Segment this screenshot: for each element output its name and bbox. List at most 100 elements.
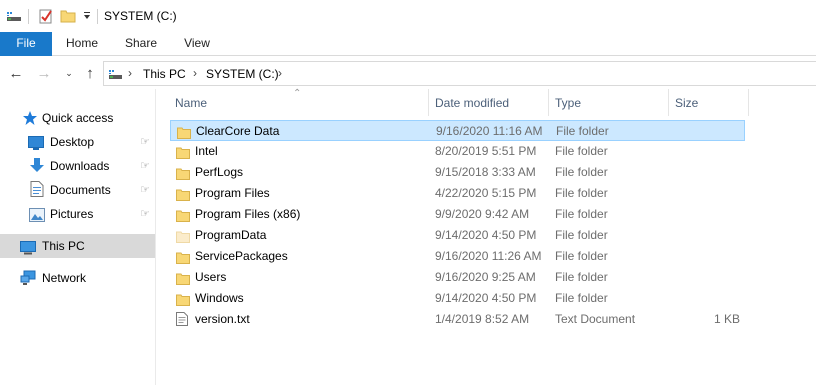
column-divider[interactable] [668, 89, 669, 116]
file-date-modified: 9/16/2020 9:25 AM [435, 270, 536, 284]
file-row[interactable]: Users 9/16/2020 9:25 AM File folder [170, 267, 745, 288]
file-row[interactable]: ServicePackages 9/16/2020 11:26 AM File fo… [170, 246, 745, 267]
file-date-modified: 8/20/2019 5:51 PM [435, 144, 537, 158]
file-name: PerfLogs [195, 165, 244, 179]
breadcrumb-chevron-icon[interactable]: › [193, 66, 197, 80]
this-pc-drive-icon [108, 66, 124, 85]
file-date-modified: 9/9/2020 9:42 AM [435, 207, 530, 221]
explorer-app-icon[interactable] [6, 8, 22, 27]
up-button[interactable]: ↑ [81, 64, 99, 82]
folder-icon [176, 166, 190, 180]
file-type: File folder [555, 228, 608, 242]
nav-label: Network [42, 271, 87, 285]
nav-label: Desktop [50, 135, 95, 149]
file-size: 1 KB [713, 312, 740, 326]
file-type: File folder [555, 144, 608, 158]
navigation-pane: Quick access Desktop ☞ Downloads ☞ Docum… [0, 89, 156, 385]
file-name: ServicePackages [195, 249, 288, 263]
nav-quick-access[interactable]: Quick access [0, 107, 155, 129]
file-date-modified: 9/14/2020 4:50 PM [435, 228, 537, 242]
folder-icon [176, 250, 190, 264]
file-row[interactable]: Windows 9/14/2020 4:50 PM File folder [170, 288, 745, 309]
title-bar: SYSTEM (C:) [0, 0, 816, 32]
tab-home[interactable]: Home [58, 32, 106, 56]
nav-desktop[interactable]: Desktop ☞ [0, 131, 155, 153]
chevron-down-icon: ⌄ [65, 67, 73, 78]
nav-pictures[interactable]: Pictures ☞ [0, 203, 155, 225]
pin-icon[interactable]: ☞ [140, 179, 150, 201]
ribbon-tabs: File Home Share View [0, 32, 816, 56]
file-row[interactable]: ProgramData 9/14/2020 4:50 PM File folder [170, 225, 745, 246]
customize-toolbar-chevron-icon[interactable] [82, 10, 92, 24]
file-row[interactable]: Intel 8/20/2019 5:51 PM File folder [170, 141, 745, 162]
file-date-modified: 9/14/2020 4:50 PM [435, 291, 537, 305]
nav-label: This PC [42, 239, 85, 253]
folder-icon [176, 187, 190, 201]
file-date-modified: 9/16/2020 11:26 AM [435, 249, 542, 263]
back-button[interactable]: ← [7, 64, 25, 82]
file-name: Users [195, 270, 227, 284]
breadcrumb-chevron-icon[interactable]: › [128, 66, 132, 80]
file-row[interactable]: PerfLogs 9/15/2018 3:33 AM File folder [170, 162, 745, 183]
desktop-icon [28, 135, 44, 150]
column-divider[interactable] [748, 89, 749, 116]
file-type: File folder [555, 291, 608, 305]
file-type: File folder [556, 124, 609, 138]
window-title: SYSTEM (C:) [104, 9, 177, 23]
column-header-type[interactable]: Type [550, 89, 668, 116]
breadcrumb-chevron-icon[interactable]: › [278, 66, 282, 80]
file-name: Intel [195, 144, 218, 158]
file-type: Text Document [555, 312, 636, 326]
download-arrow-icon [29, 157, 45, 172]
file-date-modified: 9/16/2020 11:16 AM [436, 124, 543, 138]
breadcrumb-system-drive[interactable]: SYSTEM (C:) [206, 67, 279, 81]
properties-icon[interactable] [38, 8, 54, 27]
network-icon [20, 270, 36, 285]
tab-share[interactable]: Share [116, 32, 166, 56]
file-type: File folder [555, 186, 608, 200]
nav-downloads[interactable]: Downloads ☞ [0, 155, 155, 177]
pin-icon[interactable]: ☞ [140, 131, 150, 153]
column-header-date-modified[interactable]: Date modified [430, 89, 548, 116]
navigation-row: ← → ⌄ ↑ › This PC › SYSTEM (C:) › [0, 57, 816, 89]
recent-locations-button[interactable]: ⌄ [60, 64, 78, 82]
column-header-name[interactable]: Name [170, 89, 428, 116]
file-row[interactable]: Program Files (x86) 9/9/2020 9:42 AM File … [170, 204, 745, 225]
column-divider[interactable] [548, 89, 549, 116]
file-row[interactable]: ClearCore Data 9/16/2020 11:16 AM File fol… [170, 120, 745, 141]
nav-network[interactable]: Network [0, 267, 155, 289]
nav-this-pc[interactable]: This PC [0, 234, 155, 258]
address-bar[interactable]: › This PC › SYSTEM (C:) › [103, 61, 816, 86]
hidden-folder-icon [176, 229, 190, 243]
folder-icon [176, 271, 190, 285]
file-type: File folder [555, 165, 608, 179]
file-name: ProgramData [195, 228, 267, 242]
computer-icon [20, 239, 36, 255]
file-name: version.txt [195, 312, 250, 326]
nav-documents[interactable]: Documents ☞ [0, 179, 155, 201]
nav-label: Documents [50, 183, 111, 197]
file-date-modified: 9/15/2018 3:33 AM [435, 165, 536, 179]
file-name: Program Files [195, 186, 270, 200]
breadcrumb-this-pc[interactable]: This PC [143, 67, 186, 81]
up-arrow-icon: ↑ [86, 64, 94, 82]
file-row[interactable]: Program Files 4/22/2020 5:15 PM File folde… [170, 183, 745, 204]
folder-icon [176, 145, 190, 159]
pin-icon[interactable]: ☞ [140, 155, 150, 177]
file-row[interactable]: version.txt 1/4/2019 8:52 AM Text Document… [170, 309, 745, 330]
tab-file[interactable]: File [0, 32, 52, 56]
forward-arrow-icon: → [36, 64, 52, 82]
file-name: Program Files (x86) [195, 207, 301, 221]
star-icon [22, 110, 38, 125]
tab-view[interactable]: View [174, 32, 220, 56]
forward-button[interactable]: → [35, 64, 53, 82]
file-type: File folder [555, 207, 608, 221]
file-type: File folder [555, 249, 608, 263]
nav-label: Downloads [50, 159, 110, 173]
column-divider[interactable] [428, 89, 429, 116]
file-list: ⌃ Name Date modified Type Size ClearCore… [157, 88, 816, 385]
new-folder-icon[interactable] [60, 8, 76, 27]
text-file-icon [176, 312, 190, 326]
pin-icon[interactable]: ☞ [140, 203, 150, 225]
column-header-size[interactable]: Size [670, 89, 748, 116]
